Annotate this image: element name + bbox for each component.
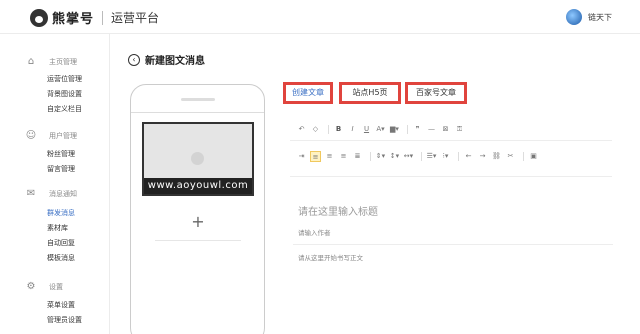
top-header: 熊掌号 运营平台 链天下 bbox=[0, 0, 640, 34]
toolbar-divider bbox=[370, 152, 371, 161]
sidebar-item-auto-reply[interactable]: 自动回复 bbox=[47, 236, 110, 251]
article-title-input[interactable]: 请在这里输入标题 bbox=[298, 203, 598, 218]
brand-logo[interactable]: 熊掌号 运营平台 bbox=[30, 8, 159, 27]
ordered-list-icon[interactable]: ☰▾ bbox=[426, 151, 437, 162]
sidebar-item-admin-settings[interactable]: 管理员设置 bbox=[47, 313, 110, 328]
toolbar-divider bbox=[407, 125, 408, 134]
undo-icon[interactable]: ↶ bbox=[296, 124, 307, 135]
tab-label: 百家号文章 bbox=[416, 88, 456, 97]
user-menu[interactable]: 链天下 bbox=[566, 9, 612, 25]
toolbar-divider bbox=[458, 152, 459, 161]
sidebar-group-title: 用户管理 bbox=[49, 132, 77, 140]
horizontal-rule-icon[interactable]: — bbox=[426, 124, 437, 135]
user-name[interactable]: 链天下 bbox=[588, 12, 612, 23]
clear-format-icon[interactable]: ⊠ bbox=[440, 124, 451, 135]
unlink-icon[interactable]: ✂ bbox=[505, 151, 516, 162]
sidebar-item-fans[interactable]: 粉丝管理 bbox=[47, 147, 110, 162]
arrow-left-icon[interactable]: ← bbox=[463, 151, 474, 162]
quote-icon[interactable]: ❞ bbox=[412, 124, 423, 135]
tab-baijiahao-article[interactable]: 百家号文章 bbox=[405, 82, 467, 104]
align-center-icon[interactable]: ≡ bbox=[324, 151, 335, 162]
tab-site-h5-page[interactable]: 站点H5页 bbox=[339, 82, 401, 104]
paragraph-spacing-icon[interactable]: ↕▾ bbox=[389, 151, 400, 162]
image-icon[interactable]: ▣ bbox=[528, 151, 539, 162]
sidebar-group-home: ⌂ 主页管理 运营位管理 背景图设置 自定义栏目 bbox=[0, 55, 110, 117]
paw-logo-icon bbox=[30, 8, 48, 27]
editor-toolbar-row-2: ⇥ ≡ ≡ ≡ ≣ ⇕▾ ↕▾ ↔▾ ☰▾ ⁝▾ ← → ⛓ ✂ ▣ bbox=[296, 151, 542, 162]
sidebar-item-operation-slots[interactable]: 运营位管理 bbox=[47, 72, 110, 87]
toolbar-separator-line bbox=[290, 140, 612, 141]
back-arrow-icon[interactable]: ‹ bbox=[128, 53, 140, 66]
mail-icon: ✉ bbox=[26, 188, 36, 199]
tab-label: 创建文章 bbox=[292, 88, 324, 97]
indent-icon[interactable]: ⇥ bbox=[296, 151, 307, 162]
phone-preview: www.aoyouwl.com + bbox=[130, 84, 265, 334]
cover-image-placeholder[interactable]: www.aoyouwl.com bbox=[142, 122, 254, 196]
platform-name: 运营平台 bbox=[111, 11, 160, 25]
brand-name: 熊掌号 bbox=[52, 12, 95, 27]
bullet-list-icon[interactable]: ⁝▾ bbox=[440, 151, 451, 162]
editor-toolbar-row-1: ↶ ◇ B I U A▾ ▆▾ ❞ — ⊠ ⚿ bbox=[296, 124, 468, 135]
gear-icon: ⚙ bbox=[26, 281, 36, 292]
sidebar-item-background[interactable]: 背景图设置 bbox=[47, 87, 110, 102]
align-right-icon[interactable]: ≡ bbox=[338, 151, 349, 162]
line-height-icon[interactable]: ⇕▾ bbox=[375, 151, 386, 162]
bold-icon[interactable]: B bbox=[333, 124, 344, 135]
preview-divider bbox=[155, 240, 241, 241]
link-icon[interactable]: ⛓ bbox=[491, 151, 502, 162]
toolbar-separator-line bbox=[290, 176, 612, 177]
author-input[interactable]: 请输入作者 bbox=[298, 227, 598, 237]
sidebar-item-material-library[interactable]: 素材库 bbox=[47, 221, 110, 236]
sidebar-group-settings: ⚙ 设置 菜单设置 管理员设置 bbox=[0, 280, 110, 328]
italic-icon[interactable]: I bbox=[347, 124, 358, 135]
page-title-row: ‹ 新建图文消息 bbox=[128, 52, 205, 67]
user-icon: ☺ bbox=[25, 130, 37, 141]
sidebar-group-title: 设置 bbox=[49, 283, 63, 291]
sidebar-item-custom-column[interactable]: 自定义栏目 bbox=[47, 102, 110, 117]
author-underline bbox=[293, 244, 613, 245]
sidebar-group-title: 主页管理 bbox=[49, 58, 77, 66]
font-color-icon[interactable]: A▾ bbox=[375, 124, 386, 135]
toolbar-divider bbox=[328, 125, 329, 134]
highlight-icon[interactable]: ▆▾ bbox=[389, 124, 400, 135]
sidebar: ⌂ 主页管理 运营位管理 背景图设置 自定义栏目 ☺ 用户管理 粉丝管理 留言管… bbox=[0, 34, 110, 334]
sidebar-group-users: ☺ 用户管理 粉丝管理 留言管理 bbox=[0, 129, 110, 177]
sidebar-item-template-message[interactable]: 模板消息 bbox=[47, 251, 110, 266]
letter-spacing-icon[interactable]: ↔▾ bbox=[403, 151, 414, 162]
tab-create-article[interactable]: 创建文章 bbox=[283, 82, 333, 104]
add-article-button[interactable]: + bbox=[186, 210, 210, 234]
article-body-input[interactable]: 请从这里开始书写正文 bbox=[298, 252, 598, 262]
paw-placeholder-icon bbox=[191, 152, 204, 165]
toolbar-divider bbox=[523, 152, 524, 161]
sidebar-group-title: 消息通知 bbox=[49, 190, 77, 198]
home-icon: ⌂ bbox=[27, 56, 35, 67]
page-title: 新建图文消息 bbox=[145, 56, 205, 67]
lock-icon[interactable]: ⚿ bbox=[454, 124, 465, 135]
align-left-icon[interactable]: ≡ bbox=[310, 151, 321, 162]
sidebar-item-mass-message[interactable]: 群发消息 bbox=[47, 206, 110, 221]
avatar[interactable] bbox=[566, 9, 582, 25]
toolbar-divider bbox=[421, 152, 422, 161]
arrow-right-icon[interactable]: → bbox=[477, 151, 488, 162]
underline-icon[interactable]: U bbox=[361, 124, 372, 135]
sidebar-item-comments[interactable]: 留言管理 bbox=[47, 162, 110, 177]
watermark-text: www.aoyouwl.com bbox=[144, 178, 252, 194]
align-justify-icon[interactable]: ≣ bbox=[352, 151, 363, 162]
tab-label: 站点H5页 bbox=[352, 88, 388, 97]
eraser-icon[interactable]: ◇ bbox=[310, 124, 321, 135]
logo-divider bbox=[102, 10, 104, 25]
sidebar-item-menu-settings[interactable]: 菜单设置 bbox=[47, 298, 110, 313]
phone-divider bbox=[131, 112, 264, 113]
sidebar-group-messages: ✉ 消息通知 群发消息 素材库 自动回复 模板消息 bbox=[0, 187, 110, 266]
phone-speaker bbox=[181, 98, 215, 101]
